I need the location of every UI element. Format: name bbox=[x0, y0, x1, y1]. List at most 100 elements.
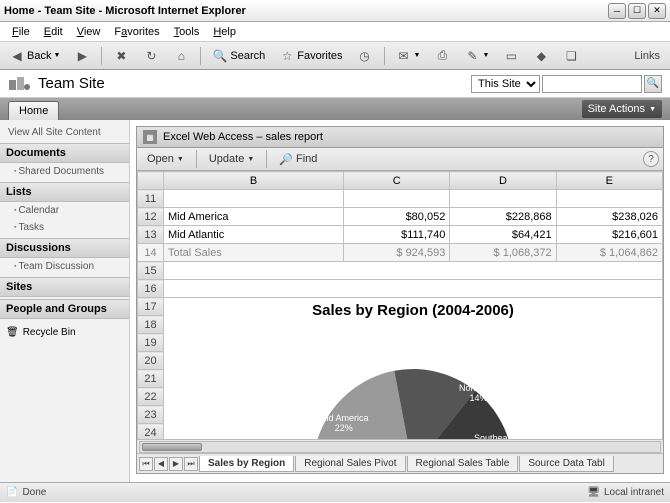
recycle-bin-link[interactable]: 🗑 Recycle Bin bbox=[0, 323, 129, 342]
view-all-content-link[interactable]: View All Site Content bbox=[0, 124, 129, 141]
ewa-find-button[interactable]: 🔎Find bbox=[273, 151, 323, 168]
print-icon: ⎙ bbox=[434, 48, 450, 64]
forward-button[interactable]: ▶ bbox=[69, 45, 95, 67]
tab-home[interactable]: Home bbox=[8, 101, 59, 120]
sheet-tab-strip: ⏮ ◀ ▶ ⏭ Sales by Region Regional Sales P… bbox=[137, 453, 663, 473]
menu-favorites[interactable]: Favorites bbox=[108, 24, 165, 40]
print-button[interactable]: ⎙ bbox=[429, 45, 455, 67]
favorites-button[interactable]: ☆Favorites bbox=[274, 45, 347, 67]
browser-toolbar: ◀ Back ▼ ▶ ✖ ↻ ⌂ 🔍Search ☆Favorites ◷ ✉▼… bbox=[0, 42, 670, 70]
back-label: Back bbox=[27, 50, 51, 62]
search-scope-select[interactable]: This Site bbox=[471, 75, 540, 93]
tab-nav-first[interactable]: ⏮ bbox=[139, 457, 153, 471]
col-header-b[interactable]: B bbox=[164, 172, 344, 190]
ql-head-sites[interactable]: Sites bbox=[0, 277, 129, 297]
chevron-down-icon: ▼ bbox=[53, 52, 60, 59]
ewa-toolbar: Open▼ Update▼ 🔎Find ? bbox=[137, 148, 663, 171]
forward-icon: ▶ bbox=[74, 48, 90, 64]
research-icon: ❏ bbox=[563, 48, 579, 64]
research-button[interactable]: ❏ bbox=[558, 45, 584, 67]
history-icon: ◷ bbox=[357, 48, 373, 64]
col-header-e[interactable]: E bbox=[556, 172, 662, 190]
excel-web-access-webpart: ▦ Excel Web Access – sales report Open▼ … bbox=[136, 126, 664, 474]
status-text: Done bbox=[22, 487, 46, 498]
close-button[interactable]: ✕ bbox=[648, 3, 666, 19]
excel-icon: ▦ bbox=[143, 130, 157, 144]
browser-statusbar: 📄 Done 🖥 Local intranet bbox=[0, 482, 670, 502]
history-button[interactable]: ◷ bbox=[352, 45, 378, 67]
select-all-cell[interactable] bbox=[138, 172, 164, 190]
tab-nav-next[interactable]: ▶ bbox=[169, 457, 183, 471]
webpart-title: Excel Web Access – sales report bbox=[163, 131, 323, 143]
ql-item-calendar[interactable]: Calendar bbox=[0, 202, 129, 219]
chart-title: Sales by Region (2004-2006) bbox=[164, 298, 662, 319]
grid-row[interactable]: 17 Sales by Region (2004-2006) bbox=[138, 298, 663, 316]
messenger-icon: ◆ bbox=[533, 48, 549, 64]
ewa-open-menu[interactable]: Open▼ bbox=[141, 151, 190, 167]
binoculars-icon: 🔎 bbox=[279, 153, 293, 166]
grid-row[interactable]: 15 bbox=[138, 262, 663, 280]
ql-item-team-discussion[interactable]: Team Discussion bbox=[0, 258, 129, 275]
quick-launch: View All Site Content Documents Shared D… bbox=[0, 120, 130, 482]
site-title: Team Site bbox=[38, 75, 471, 92]
zone-icon: 🖥 bbox=[587, 487, 600, 498]
messenger-button[interactable]: ◆ bbox=[528, 45, 554, 67]
menu-tools[interactable]: Tools bbox=[168, 24, 206, 40]
home-button[interactable]: ⌂ bbox=[168, 45, 194, 67]
minimize-button[interactable]: ─ bbox=[608, 3, 626, 19]
tab-nav-last[interactable]: ⏭ bbox=[184, 457, 198, 471]
refresh-icon: ↻ bbox=[143, 48, 159, 64]
ql-item-shared-documents[interactable]: Shared Documents bbox=[0, 163, 129, 180]
window-titlebar: Home - Team Site - Microsoft Internet Ex… bbox=[0, 0, 670, 22]
top-nav: Home Site Actions ▼ bbox=[0, 98, 670, 120]
discuss-button[interactable]: ▭ bbox=[498, 45, 524, 67]
search-input[interactable] bbox=[542, 75, 642, 93]
mail-button[interactable]: ✉▼ bbox=[391, 45, 426, 67]
maximize-button[interactable]: ☐ bbox=[628, 3, 646, 19]
spreadsheet-grid[interactable]: B C D E 11 12 Mid America $80,052 $228,8… bbox=[137, 171, 663, 439]
grid-row-total[interactable]: 14 Total Sales $ 924,593 $ 1,068,372 $ 1… bbox=[138, 244, 663, 262]
tab-nav-prev[interactable]: ◀ bbox=[154, 457, 168, 471]
ewa-help-button[interactable]: ? bbox=[643, 151, 659, 167]
site-header: Team Site This Site 🔍 bbox=[0, 70, 670, 98]
ql-head-people-groups[interactable]: People and Groups bbox=[0, 299, 129, 319]
sheet-tab[interactable]: Sales by Region bbox=[199, 456, 294, 472]
sheet-tab[interactable]: Regional Sales Table bbox=[407, 456, 519, 472]
site-actions-menu[interactable]: Site Actions ▼ bbox=[582, 100, 662, 118]
sheet-tab[interactable]: Regional Sales Pivot bbox=[295, 456, 405, 472]
ql-head-discussions[interactable]: Discussions bbox=[0, 238, 129, 258]
magnifier-icon: 🔍 bbox=[647, 78, 659, 89]
scrollbar-thumb[interactable] bbox=[142, 443, 202, 451]
zone-text: Local intranet bbox=[604, 487, 664, 498]
refresh-button[interactable]: ↻ bbox=[138, 45, 164, 67]
grid-row[interactable]: 12 Mid America $80,052 $228,868 $238,026 bbox=[138, 208, 663, 226]
back-button[interactable]: ◀ Back ▼ bbox=[4, 45, 65, 67]
links-label[interactable]: Links bbox=[628, 48, 666, 64]
grid-row[interactable]: 16 bbox=[138, 280, 663, 298]
ewa-update-menu[interactable]: Update▼ bbox=[203, 151, 260, 167]
menu-view[interactable]: View bbox=[71, 24, 107, 40]
webpart-titlebar: ▦ Excel Web Access – sales report bbox=[137, 127, 663, 148]
window-title: Home - Team Site - Microsoft Internet Ex… bbox=[4, 5, 608, 17]
mail-icon: ✉ bbox=[396, 48, 412, 64]
search-go-button[interactable]: 🔍 bbox=[644, 75, 662, 93]
horizontal-scrollbar[interactable] bbox=[137, 439, 663, 453]
grid-row[interactable]: 11 bbox=[138, 190, 663, 208]
edit-button[interactable]: ✎▼ bbox=[459, 45, 494, 67]
sheet-tab[interactable]: Source Data Tabl bbox=[519, 456, 614, 472]
menu-edit[interactable]: Edit bbox=[38, 24, 69, 40]
star-icon: ☆ bbox=[279, 48, 295, 64]
ql-item-tasks[interactable]: Tasks bbox=[0, 219, 129, 236]
chevron-down-icon: ▼ bbox=[649, 106, 656, 113]
grid-row[interactable]: 13 Mid Atlantic $111,740 $64,421 $216,60… bbox=[138, 226, 663, 244]
search-button[interactable]: 🔍Search bbox=[207, 45, 270, 67]
stop-button[interactable]: ✖ bbox=[108, 45, 134, 67]
edit-icon: ✎ bbox=[464, 48, 480, 64]
menu-file[interactable]: File bbox=[6, 24, 36, 40]
pie-slice-label: Southeast12% bbox=[474, 434, 515, 439]
ql-head-documents[interactable]: Documents bbox=[0, 143, 129, 163]
col-header-c[interactable]: C bbox=[344, 172, 450, 190]
ql-head-lists[interactable]: Lists bbox=[0, 182, 129, 202]
col-header-d[interactable]: D bbox=[450, 172, 556, 190]
menu-help[interactable]: Help bbox=[207, 24, 242, 40]
